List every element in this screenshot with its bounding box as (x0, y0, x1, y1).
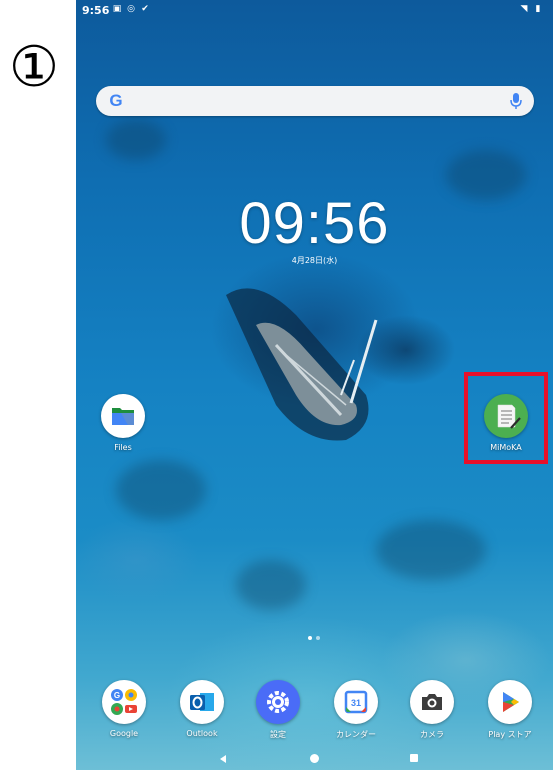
page-dot (316, 636, 320, 640)
dock-label-outlook: Outlook (186, 729, 218, 738)
calendar-day: 31 (351, 698, 361, 708)
app-files[interactable]: Files (91, 394, 155, 452)
files-icon (101, 394, 145, 438)
status-notification-icons: ▣ ◎ ✔ (112, 4, 150, 14)
recents-icon[interactable] (410, 754, 418, 762)
calendar-icon: 31 (334, 680, 378, 724)
status-system-icons: ◥ ▮ (519, 4, 543, 14)
camera-icon (410, 680, 454, 724)
dock-app-google[interactable]: G Google (94, 680, 154, 738)
dock-label-play-store: Play ストア (488, 730, 532, 739)
dock-app-outlook[interactable]: Outlook (172, 680, 232, 738)
navigation-bar (76, 748, 553, 770)
outlook-icon (180, 680, 224, 724)
google-logo-icon: G (109, 91, 123, 110)
back-icon[interactable] (218, 754, 228, 764)
dock-app-camera[interactable]: カメラ (402, 680, 462, 740)
image-icon: ▣ (112, 4, 122, 14)
reef-decoration (376, 520, 486, 580)
status-bar: 9:56 ▣ ◎ ✔ ◥ ▮ (76, 0, 553, 22)
svg-text:G: G (114, 691, 120, 700)
dock-label-google: Google (109, 729, 139, 738)
dock-app-play-store[interactable]: Play ストア (480, 680, 540, 740)
mic-icon[interactable] (508, 92, 524, 110)
play-store-icon (488, 680, 532, 724)
clock-widget[interactable]: 09:56 (76, 190, 553, 257)
reef-decoration (116, 460, 206, 520)
page-dot (308, 636, 312, 640)
dock-app-settings[interactable]: 設定 (248, 680, 308, 740)
google-search-bar[interactable]: G (96, 86, 534, 116)
wifi-icon: ◥ (520, 4, 528, 14)
status-time: 9:56 (82, 4, 110, 17)
step-number: ① (8, 35, 60, 100)
gear-icon (256, 680, 300, 724)
reef-decoration (106, 120, 166, 160)
dock-label-calendar: カレンダー (336, 730, 376, 739)
home-icon[interactable] (310, 754, 319, 763)
dock-app-calendar[interactable]: 31 カレンダー (326, 680, 386, 740)
dock-label-settings: 設定 (270, 730, 286, 739)
tablet-home-screen: 9:56 ▣ ◎ ✔ ◥ ▮ G 09:56 4月28日(水) Files Mi… (76, 0, 553, 770)
check-icon: ✔ (141, 4, 149, 14)
sync-icon: ◎ (127, 4, 135, 14)
page: ① 9:56 ▣ ◎ ✔ ◥ ▮ G 09:56 4月28日(水) Files … (0, 0, 553, 776)
app-label-files: Files (114, 443, 132, 452)
shipwreck-image (226, 288, 378, 441)
dock-label-camera: カメラ (420, 730, 444, 739)
reef-decoration (236, 560, 306, 610)
battery-icon: ▮ (535, 4, 541, 14)
highlight-box (464, 372, 548, 464)
page-indicator (308, 636, 320, 640)
google-folder-icon: G (102, 680, 146, 724)
date-label: 4月28日(水) (291, 256, 338, 265)
